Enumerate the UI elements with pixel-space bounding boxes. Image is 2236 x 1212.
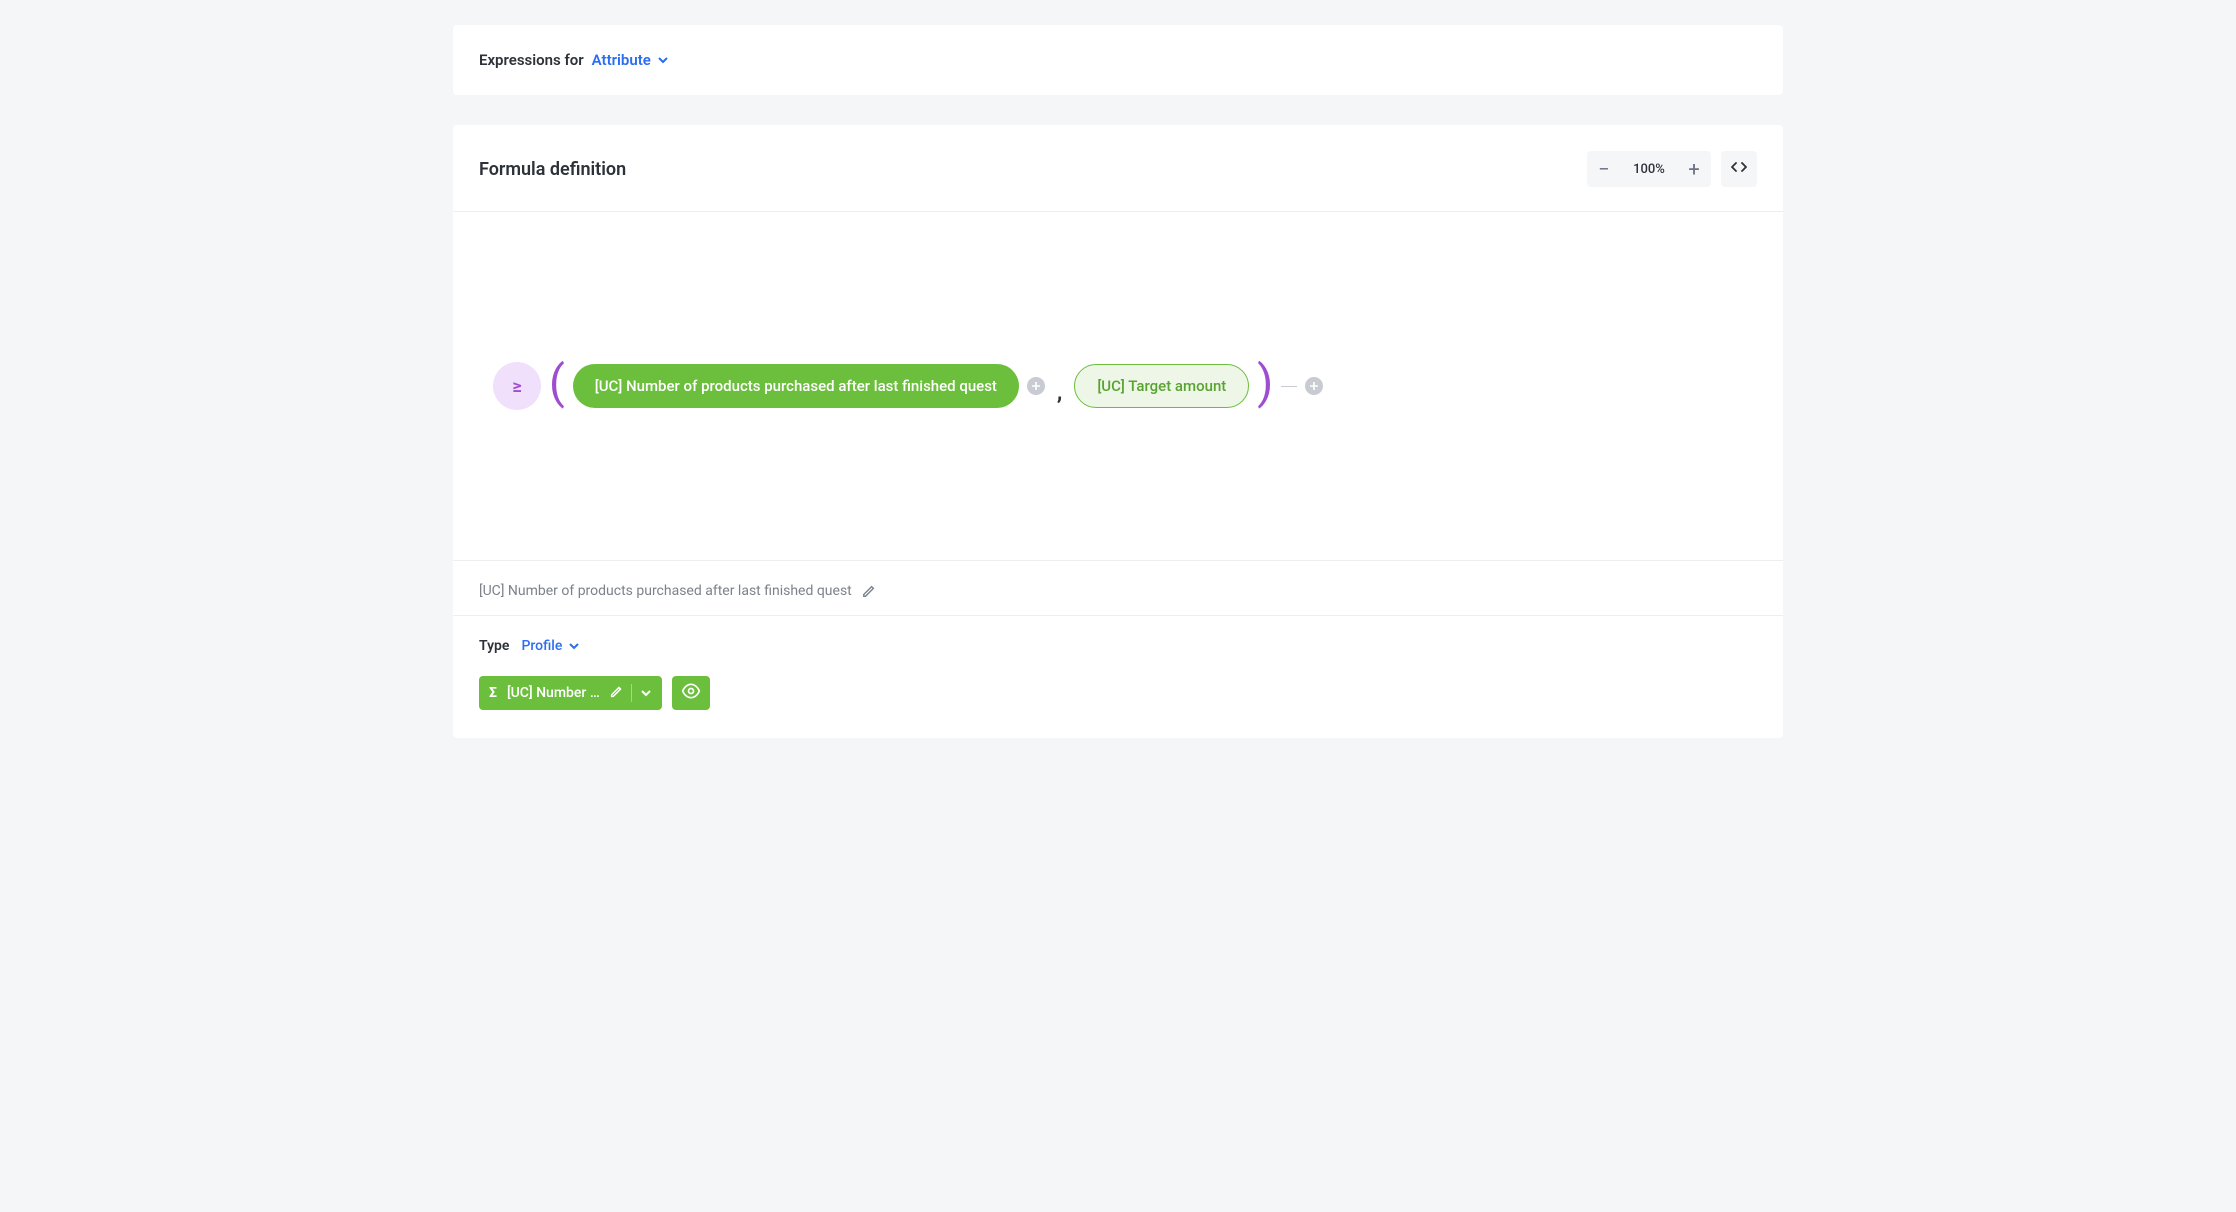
add-after-expression-button[interactable] bbox=[1305, 377, 1323, 395]
operator-gte[interactable]: ≥ bbox=[493, 362, 541, 410]
zoom-control-group: − 100% + bbox=[1587, 151, 1711, 187]
argument-pill-1[interactable]: [UC] Number of products purchased after … bbox=[573, 364, 1019, 408]
type-row: Type Profile bbox=[453, 615, 1783, 676]
eye-icon bbox=[681, 681, 701, 705]
expressions-for-label: Expressions for bbox=[479, 51, 584, 69]
argument-pill-2[interactable]: [UC] Target amount bbox=[1074, 364, 1249, 408]
edit-name-button[interactable] bbox=[862, 584, 876, 598]
comma-separator: , bbox=[1057, 380, 1062, 405]
type-label: Type bbox=[479, 638, 509, 654]
sigma-icon: Σ bbox=[489, 685, 497, 701]
chevron-down-icon bbox=[568, 640, 580, 652]
zoom-in-button[interactable]: + bbox=[1677, 151, 1711, 187]
connector-line bbox=[1281, 386, 1297, 387]
aggregation-chip-label: [UC] Number … bbox=[507, 685, 600, 701]
argument-2-label: [UC] Target amount bbox=[1097, 377, 1226, 395]
attribute-select-label: Attribute bbox=[592, 51, 651, 69]
aggregation-chip[interactable]: Σ [UC] Number … bbox=[479, 676, 662, 710]
close-paren: ) bbox=[1257, 360, 1273, 406]
preview-button[interactable] bbox=[672, 676, 710, 710]
open-paren: ( bbox=[549, 360, 565, 406]
formula-canvas[interactable]: ≥ ( [UC] Number of products purchased af… bbox=[453, 211, 1783, 560]
formula-definition-card: Formula definition − 100% + ≥ ( bbox=[453, 125, 1783, 738]
type-select[interactable]: Profile bbox=[521, 638, 580, 654]
attribute-select[interactable]: Attribute bbox=[592, 51, 669, 69]
operator-symbol: ≥ bbox=[512, 376, 521, 397]
pencil-icon bbox=[610, 685, 623, 702]
formula-definition-title: Formula definition bbox=[479, 159, 626, 180]
chevron-down-icon bbox=[657, 54, 669, 66]
detail-name-text: [UC] Number of products purchased after … bbox=[479, 583, 852, 599]
type-select-value: Profile bbox=[521, 638, 562, 654]
add-after-arg1-button[interactable] bbox=[1027, 377, 1045, 395]
chevron-down-icon bbox=[640, 687, 652, 699]
chips-row: Σ [UC] Number … bbox=[453, 676, 1783, 738]
zoom-level: 100% bbox=[1621, 162, 1677, 177]
chip-divider bbox=[631, 684, 632, 702]
expressions-header-card: Expressions for Attribute bbox=[453, 25, 1783, 95]
code-view-toggle[interactable] bbox=[1721, 151, 1757, 187]
code-icon bbox=[1731, 159, 1747, 179]
detail-name-row: [UC] Number of products purchased after … bbox=[453, 560, 1783, 615]
zoom-out-button[interactable]: − bbox=[1587, 151, 1621, 187]
argument-1-label: [UC] Number of products purchased after … bbox=[595, 377, 997, 395]
